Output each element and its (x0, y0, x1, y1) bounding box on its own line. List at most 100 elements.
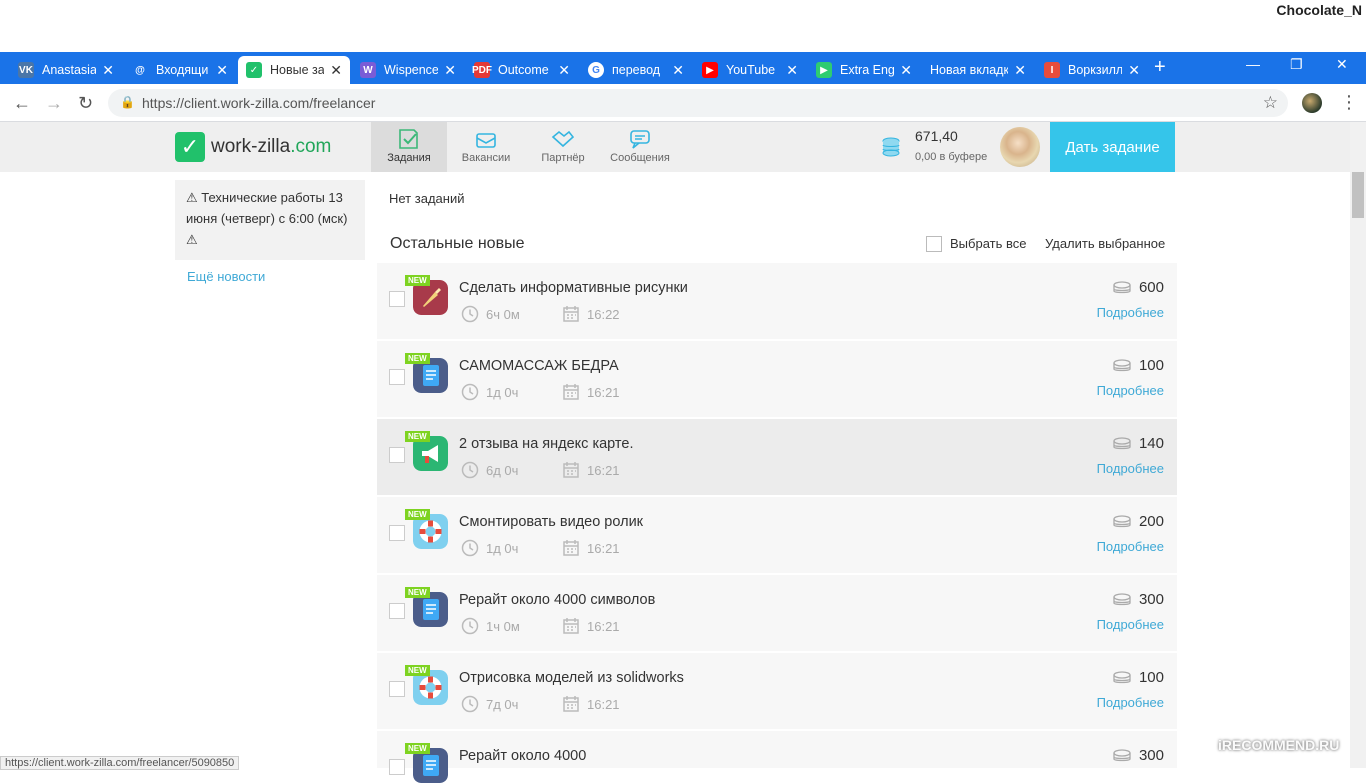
clock-icon (461, 539, 479, 557)
browser-tab[interactable]: ▶ YouTube ✕ (694, 56, 806, 84)
clock-icon (461, 617, 479, 635)
browser-tab[interactable]: W Wispence ✕ (352, 56, 464, 84)
clock-icon (461, 383, 479, 401)
task-row[interactable]: NEW 2 отзыва на яндекс карте. 6д 0ч 16:21 14… (377, 419, 1177, 495)
browser-tab[interactable]: ▶ Extra Eng ✕ (808, 56, 920, 84)
tasks-icon (399, 129, 418, 149)
delete-selected-button[interactable]: Удалить выбранное (1045, 236, 1165, 251)
new-badge: NEW (405, 509, 430, 520)
nav-vacancies[interactable]: Вакансии (448, 122, 524, 172)
calendar-icon (563, 618, 579, 634)
browser-tab[interactable]: Новая вкладк ✕ (922, 56, 1034, 84)
task-row[interactable]: NEW Смонтировать видео ролик 1д 0ч 16:21 200… (377, 497, 1177, 573)
duration-text: 6ч 0м (486, 306, 520, 322)
task-price: 300 (1112, 747, 1164, 764)
give-task-button[interactable]: Дать задание (1050, 122, 1175, 172)
youtube-icon: ▶ (702, 62, 718, 78)
task-checkbox[interactable] (389, 603, 405, 619)
time-text: 16:21 (587, 696, 620, 712)
task-price: 100 (1112, 357, 1164, 374)
coins-stack-icon (1113, 436, 1131, 449)
task-title[interactable]: Рерайт около 4000 (459, 748, 586, 764)
browser-tab[interactable]: I Воркзилл ✕ (1036, 56, 1148, 84)
task-row[interactable]: NEW Рерайт около 4000 300 (377, 731, 1177, 783)
calendar-icon (563, 384, 579, 400)
forward-icon[interactable]: → (45, 93, 63, 114)
menu-kebab-icon[interactable]: ⋮ (1340, 92, 1358, 113)
back-icon[interactable]: ← (13, 93, 31, 114)
profile-avatar[interactable] (1302, 93, 1322, 113)
username-label: Chocolate_N (1276, 2, 1362, 18)
select-all-checkbox[interactable] (926, 236, 942, 252)
tab-close-icon[interactable]: ✕ (558, 62, 570, 79)
task-checkbox[interactable] (389, 681, 405, 697)
task-checkbox[interactable] (389, 525, 405, 541)
browser-tab[interactable]: ✓ Новые за ✕ (238, 56, 350, 84)
tab-label: Extra Eng (840, 63, 895, 77)
page-scrollbar[interactable] (1350, 122, 1366, 768)
task-row[interactable]: NEW САМОМАССАЖ БЕДРА 1д 0ч 16:21 100 Подробне… (377, 341, 1177, 417)
workzilla-logo[interactable]: ✓ work-zilla.com (175, 132, 331, 162)
task-checkbox[interactable] (389, 759, 405, 775)
no-tasks-label: Нет заданий (389, 191, 465, 206)
task-title[interactable]: Рерайт около 4000 символов (459, 592, 655, 608)
close-window-icon[interactable]: ✕ (1336, 56, 1348, 73)
nav-partner[interactable]: Партнёр (525, 122, 601, 172)
minimize-icon[interactable]: — (1246, 56, 1260, 72)
user-avatar[interactable] (1000, 127, 1040, 167)
scrollbar-thumb[interactable] (1352, 172, 1364, 218)
task-row[interactable]: NEW Сделать информативные рисунки 6ч 0м 16:… (377, 263, 1177, 339)
section-title: Остальные новые (390, 235, 525, 252)
task-title[interactable]: Сделать информативные рисунки (459, 280, 688, 296)
bookmark-star-icon[interactable]: ☆ (1263, 93, 1278, 113)
task-checkbox[interactable] (389, 369, 405, 385)
new-tab-button[interactable]: + (1154, 56, 1166, 79)
select-all-label[interactable]: Выбрать все (950, 236, 1026, 251)
task-title[interactable]: 2 отзыва на яндекс карте. (459, 436, 634, 452)
browser-tab[interactable]: @ Входящи ✕ (124, 56, 236, 84)
task-checkbox[interactable] (389, 291, 405, 307)
time-text: 16:21 (587, 540, 620, 556)
tab-close-icon[interactable]: ✕ (102, 62, 114, 79)
more-news-link[interactable]: Ещё новости (187, 269, 265, 284)
details-link[interactable]: Подробнее (1097, 461, 1164, 476)
tab-close-icon[interactable]: ✕ (672, 62, 684, 79)
nav-tasks[interactable]: Задания (371, 122, 447, 172)
details-link[interactable]: Подробнее (1097, 695, 1164, 710)
new-badge: NEW (405, 431, 430, 442)
task-time: 16:21 (562, 695, 620, 713)
tab-close-icon[interactable]: ✕ (444, 62, 456, 79)
task-row[interactable]: NEW Отрисовка моделей из solidworks 7д 0ч 1… (377, 653, 1177, 729)
tab-label: Воркзилл (1068, 63, 1123, 77)
new-badge: NEW (405, 353, 430, 364)
tab-close-icon[interactable]: ✕ (900, 62, 912, 79)
task-title[interactable]: Смонтировать видео ролик (459, 514, 643, 530)
balance-amount: 671,40 (915, 128, 958, 144)
task-price: 600 (1112, 279, 1164, 296)
messages-icon (630, 130, 650, 149)
logo-check-icon: ✓ (175, 132, 205, 162)
browser-tab[interactable]: Gперевод ✕ (580, 56, 692, 84)
address-input[interactable]: 🔒 https://client.work-zilla.com/freelanc… (108, 89, 1288, 117)
nav-messages[interactable]: Сообщения (602, 122, 678, 172)
task-title[interactable]: САМОМАССАЖ БЕДРА (459, 358, 619, 374)
task-time: 16:21 (562, 539, 620, 557)
tab-close-icon[interactable]: ✕ (786, 62, 798, 79)
browser-tab[interactable]: PDF Outcome ✕ (466, 56, 578, 84)
restore-icon[interactable]: ❐ (1290, 56, 1303, 73)
details-link[interactable]: Подробнее (1097, 617, 1164, 632)
time-text: 16:21 (587, 462, 620, 478)
reload-icon[interactable]: ↻ (78, 93, 93, 114)
task-checkbox[interactable] (389, 447, 405, 463)
task-row[interactable]: NEW Рерайт около 4000 символов 1ч 0м 16:21 3… (377, 575, 1177, 651)
browser-tab[interactable]: VK Anastasia ✕ (10, 56, 122, 84)
tab-close-icon[interactable]: ✕ (216, 62, 228, 79)
task-title[interactable]: Отрисовка моделей из solidworks (459, 670, 684, 686)
details-link[interactable]: Подробнее (1097, 305, 1164, 320)
task-duration: 7д 0ч (461, 695, 518, 713)
details-link[interactable]: Подробнее (1097, 539, 1164, 554)
tab-close-icon[interactable]: ✕ (330, 62, 342, 79)
tab-close-icon[interactable]: ✕ (1014, 62, 1026, 79)
details-link[interactable]: Подробнее (1097, 383, 1164, 398)
tab-close-icon[interactable]: ✕ (1128, 62, 1140, 79)
